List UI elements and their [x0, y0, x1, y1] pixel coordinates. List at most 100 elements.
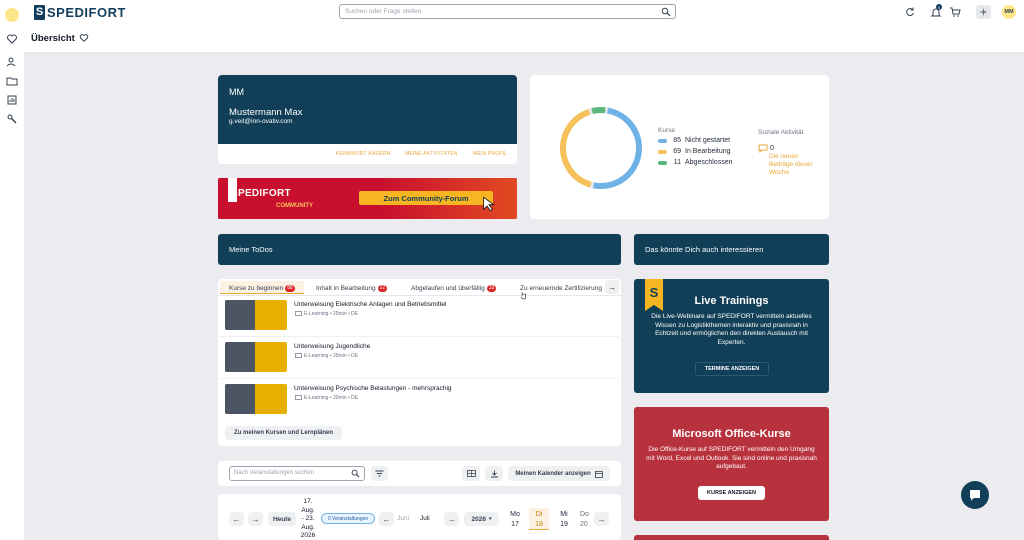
live-trainings-card: S Live Trainings Die Live-Webinare auf S… [634, 279, 829, 393]
monitor-icon [295, 311, 302, 316]
tab-courses-to-start[interactable]: Kurse zu beginnen 88 [229, 283, 295, 294]
profile-card: MM Mustermann Max g.veit@inn-ovativ.com [218, 75, 517, 144]
course-title[interactable]: Unterweisung Psychische Belastungen - me… [294, 385, 452, 392]
week-range: 17. Aug. - 23. Aug. 2026 [300, 498, 316, 539]
show-courses-button[interactable]: KURSE ANZEIGEN [698, 486, 765, 500]
search-placeholder: Suchen oder Frage stellen [345, 8, 422, 15]
page-header [24, 25, 1024, 53]
spedifort-logo[interactable]: S SPEDIFORT [34, 4, 126, 20]
tabs-next-arrow-icon[interactable]: → [605, 280, 619, 294]
heart-icon[interactable] [6, 33, 18, 45]
home-icon[interactable] [5, 8, 19, 22]
chat-bubble-icon [970, 490, 980, 501]
events-search-placeholder: Nach Veranstaltungen suchen [234, 470, 315, 476]
community-forum-button[interactable]: Zum Community-Forum [359, 191, 493, 205]
legend-not-started: 85 Nicht gestartet [658, 137, 730, 144]
page-title: Übersicht [31, 33, 75, 44]
month-june[interactable]: Juni [397, 515, 409, 522]
show-calendar-button[interactable]: Meinen Kalender anzeigen [508, 466, 610, 481]
office-courses-text: Die Office-Kurse auf SPEDIFORT vermittel… [646, 446, 817, 470]
next-week-arrow-icon[interactable]: → [248, 512, 263, 526]
favorite-heart-icon[interactable] [79, 33, 89, 43]
course-title[interactable]: Unterweisung Elektrische Anlagen und Bet… [294, 301, 446, 308]
social-activity-label: Soziale Aktivität [758, 129, 804, 136]
interest-title: Das könnte Dich auch interessieren [645, 245, 764, 254]
interest-header: Das könnte Dich auch interessieren [634, 234, 829, 265]
office-courses-title: Microsoft Office-Kurse [672, 428, 791, 440]
my-profile-link[interactable]: MEIN PROFIL [473, 151, 507, 157]
show-dates-button[interactable]: TERMINE ANZEIGEN [695, 362, 769, 376]
download-button[interactable] [485, 466, 503, 481]
search-icon[interactable] [661, 7, 671, 17]
notification-badge: 0 [936, 4, 942, 10]
download-icon [490, 470, 498, 477]
user-avatar[interactable]: MM [1002, 5, 1016, 19]
legend-completed: 11 Abgeschlossen [658, 159, 732, 166]
today-button[interactable]: Heute [268, 512, 296, 526]
change-password-link[interactable]: KENNWORT ÄNDERN [336, 151, 391, 157]
day-monday[interactable]: Mo 17 [505, 510, 525, 530]
banner-community: COMMUNITY [276, 203, 313, 209]
my-activities-link[interactable]: MEINE AKTIVITÄTEN [405, 151, 458, 157]
month-july[interactable]: Juli [420, 515, 430, 522]
sync-icon[interactable] [904, 6, 916, 18]
ai-assistant-button[interactable] [976, 5, 991, 19]
monitor-icon [295, 395, 302, 400]
live-trainings-title: Live Trainings [694, 295, 769, 307]
day-tuesday-selected[interactable]: Di 18 [529, 508, 549, 530]
office-courses-card: Microsoft Office-Kurse Die Office-Kurse … [634, 407, 829, 521]
monitor-icon [295, 353, 302, 358]
community-banner[interactable]: SPEDIFORT COMMUNITY Zum Community-Forum [218, 178, 517, 219]
filter-button[interactable] [371, 466, 388, 481]
year-select[interactable]: 2026 ▾ [464, 512, 499, 526]
course-donut-chart [560, 107, 642, 189]
report-icon[interactable] [6, 94, 18, 106]
day-thursday[interactable]: Do 20 [580, 510, 592, 530]
course-title[interactable]: Unterweisung Jugendliche [294, 343, 370, 350]
events-toolbar: Nach Veranstaltungen suchen Meinen Kalen… [218, 461, 621, 486]
prev-month-arrow-icon[interactable]: ← [379, 512, 394, 526]
users-icon[interactable] [6, 56, 18, 68]
chat-button[interactable] [961, 481, 989, 509]
comment-icon [758, 144, 768, 153]
table-icon [466, 470, 476, 477]
day-wednesday[interactable]: Mi 19 [554, 510, 574, 530]
sparkle-icon [979, 7, 988, 17]
filter-icon [375, 470, 384, 477]
course-meta: E-Learning • 25min • DE [295, 353, 358, 359]
mouse-cursor-icon [521, 292, 526, 300]
todos-header: Meine ToDos [218, 234, 621, 265]
cart-icon[interactable] [949, 6, 961, 18]
profile-name: Mustermann Max [229, 107, 303, 118]
cursor-icon [483, 196, 495, 212]
donut-segment-completed [560, 107, 642, 189]
course-meta: E-Learning • 20min • DE [295, 395, 358, 401]
folder-icon[interactable] [6, 75, 18, 87]
donut-segment-in-progress [560, 107, 642, 189]
tab-in-progress[interactable]: Inhalt in Bearbeitung 22 [316, 283, 388, 294]
social-text: Die neuen Beiträge dieser Woche [769, 153, 813, 176]
tab-overdue[interactable]: Abgelaufen und überfällig 33 [411, 283, 497, 294]
profile-initials: MM [229, 87, 244, 97]
courses-label: Kurse [658, 127, 675, 134]
my-courses-button[interactable]: Zu meinen Kursen und Lernplänen [225, 426, 342, 440]
events-count-badge: 0 Veranstaltungen [321, 513, 375, 524]
prev-week-arrow-icon[interactable]: ← [229, 512, 244, 526]
live-trainings-text: Die Live-Webinare auf SPEDIFORT vermitte… [651, 313, 812, 346]
global-search-input[interactable]: Suchen oder Frage stellen [339, 4, 676, 19]
events-search-input[interactable]: Nach Veranstaltungen suchen [229, 466, 365, 481]
course-meta: E-Learning • 25min • DE [295, 311, 358, 317]
next-days-arrow-icon[interactable]: → [594, 512, 609, 526]
calendar-card: ← → Heute 17. Aug. - 23. Aug. 2026 0 Veranst… [218, 494, 621, 540]
course-stats-card: Kurse 85 Nicht gestartet 69 In Bearbeitu… [530, 75, 829, 219]
course-thumbnail [225, 384, 287, 414]
table-view-button[interactable] [462, 466, 480, 481]
tab-renew-certification[interactable]: Zu erneuernde Zertifizierung [520, 283, 604, 294]
next-month-arrow-icon[interactable]: → [444, 512, 459, 526]
todos-title: Meine ToDos [229, 245, 273, 254]
search-icon[interactable] [351, 469, 360, 478]
tools-icon[interactable] [6, 113, 18, 125]
course-thumbnail [225, 300, 287, 330]
profile-links: KENNWORT ÄNDERN MEINE AKTIVITÄTEN MEIN P… [218, 144, 517, 164]
calendar-icon [594, 470, 603, 478]
